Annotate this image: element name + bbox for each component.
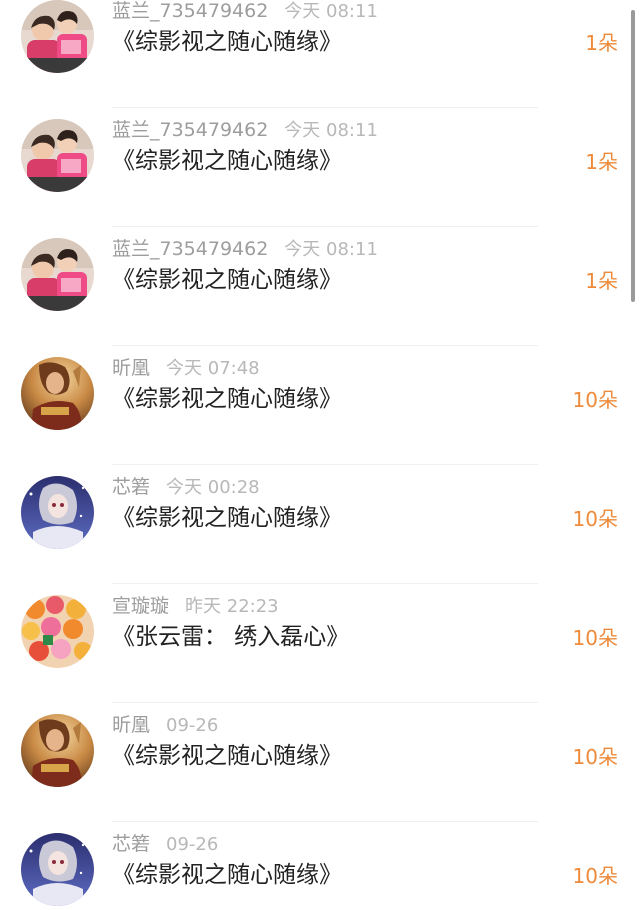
- photo-avatar[interactable]: [21, 0, 94, 73]
- timestamp: 今天 08:11: [284, 239, 378, 260]
- timestamp: 今天 00:28: [166, 477, 260, 498]
- flower-count: 10朵: [572, 507, 618, 531]
- username[interactable]: 蓝兰_735479462: [112, 0, 268, 22]
- username[interactable]: 昕凰: [112, 357, 150, 379]
- anime-avatar[interactable]: [21, 833, 94, 906]
- book-title[interactable]: 《综影视之随心随缘》: [112, 26, 342, 58]
- photo-avatar[interactable]: [21, 238, 94, 311]
- username[interactable]: 蓝兰_735479462: [112, 238, 268, 260]
- flower-count: 1朵: [585, 150, 618, 174]
- book-title[interactable]: 《综影视之随心随缘》: [112, 502, 342, 534]
- fruit-avatar[interactable]: [21, 595, 94, 668]
- item-meta: 蓝兰_735479462 今天 08:11: [112, 0, 378, 24]
- book-title[interactable]: 《张云雷： 绣入磊心》: [112, 621, 349, 653]
- anime-avatar[interactable]: [21, 476, 94, 549]
- timestamp: 今天 07:48: [166, 358, 260, 379]
- warrior-avatar[interactable]: [21, 357, 94, 430]
- list-item[interactable]: 昕凰 今天 07:48 《综影视之随心随缘》 10朵: [0, 346, 640, 465]
- scrollbar[interactable]: [631, 10, 635, 302]
- item-meta: 昕凰 09-26: [112, 712, 218, 738]
- book-title[interactable]: 《综影视之随心随缘》: [112, 145, 342, 177]
- gift-record-screen: 蓝兰_735479462 今天 08:11 《综影视之随心随缘》 1朵 蓝兰_7354…: [0, 0, 640, 910]
- item-meta: 芯箬 09-26: [112, 831, 218, 857]
- username[interactable]: 宣璇璇: [112, 595, 169, 617]
- timestamp: 今天 08:11: [284, 1, 378, 22]
- book-title[interactable]: 《综影视之随心随缘》: [112, 740, 342, 772]
- list-item[interactable]: 蓝兰_735479462 今天 08:11 《综影视之随心随缘》 1朵: [0, 227, 640, 346]
- item-meta: 蓝兰_735479462 今天 08:11: [112, 236, 378, 262]
- username[interactable]: 芯箬: [112, 833, 150, 855]
- book-title[interactable]: 《综影视之随心随缘》: [112, 859, 342, 891]
- timestamp: 09-26: [166, 834, 219, 855]
- flower-count: 1朵: [585, 269, 618, 293]
- timestamp: 今天 08:11: [284, 120, 378, 141]
- warrior-avatar[interactable]: [21, 714, 94, 787]
- gift-list[interactable]: 蓝兰_735479462 今天 08:11 《综影视之随心随缘》 1朵 蓝兰_7354…: [0, 0, 640, 910]
- username[interactable]: 芯箬: [112, 476, 150, 498]
- list-item[interactable]: 芯箬 今天 00:28 《综影视之随心随缘》 10朵: [0, 465, 640, 584]
- item-meta: 芯箬 今天 00:28: [112, 474, 260, 500]
- list-item[interactable]: 蓝兰_735479462 今天 08:11 《综影视之随心随缘》 1朵: [0, 108, 640, 227]
- photo-avatar[interactable]: [21, 119, 94, 192]
- book-title[interactable]: 《综影视之随心随缘》: [112, 383, 342, 415]
- list-item[interactable]: 昕凰 09-26 《综影视之随心随缘》 10朵: [0, 703, 640, 822]
- flower-count: 10朵: [572, 388, 618, 412]
- flower-count: 10朵: [572, 745, 618, 769]
- flower-count: 1朵: [585, 31, 618, 55]
- list-item[interactable]: 芯箬 09-26 《综影视之随心随缘》 10朵: [0, 822, 640, 910]
- username[interactable]: 昕凰: [112, 714, 150, 736]
- item-meta: 宣璇璇 昨天 22:23: [112, 593, 279, 619]
- flower-count: 10朵: [572, 864, 618, 888]
- list-item[interactable]: 蓝兰_735479462 今天 08:11 《综影视之随心随缘》 1朵: [0, 0, 640, 108]
- timestamp: 09-26: [166, 715, 219, 736]
- list-item[interactable]: 宣璇璇 昨天 22:23 《张云雷： 绣入磊心》 10朵: [0, 584, 640, 703]
- item-meta: 昕凰 今天 07:48: [112, 355, 260, 381]
- item-meta: 蓝兰_735479462 今天 08:11: [112, 117, 378, 143]
- timestamp: 昨天 22:23: [185, 596, 279, 617]
- book-title[interactable]: 《综影视之随心随缘》: [112, 264, 342, 296]
- flower-count: 10朵: [572, 626, 618, 650]
- username[interactable]: 蓝兰_735479462: [112, 119, 268, 141]
